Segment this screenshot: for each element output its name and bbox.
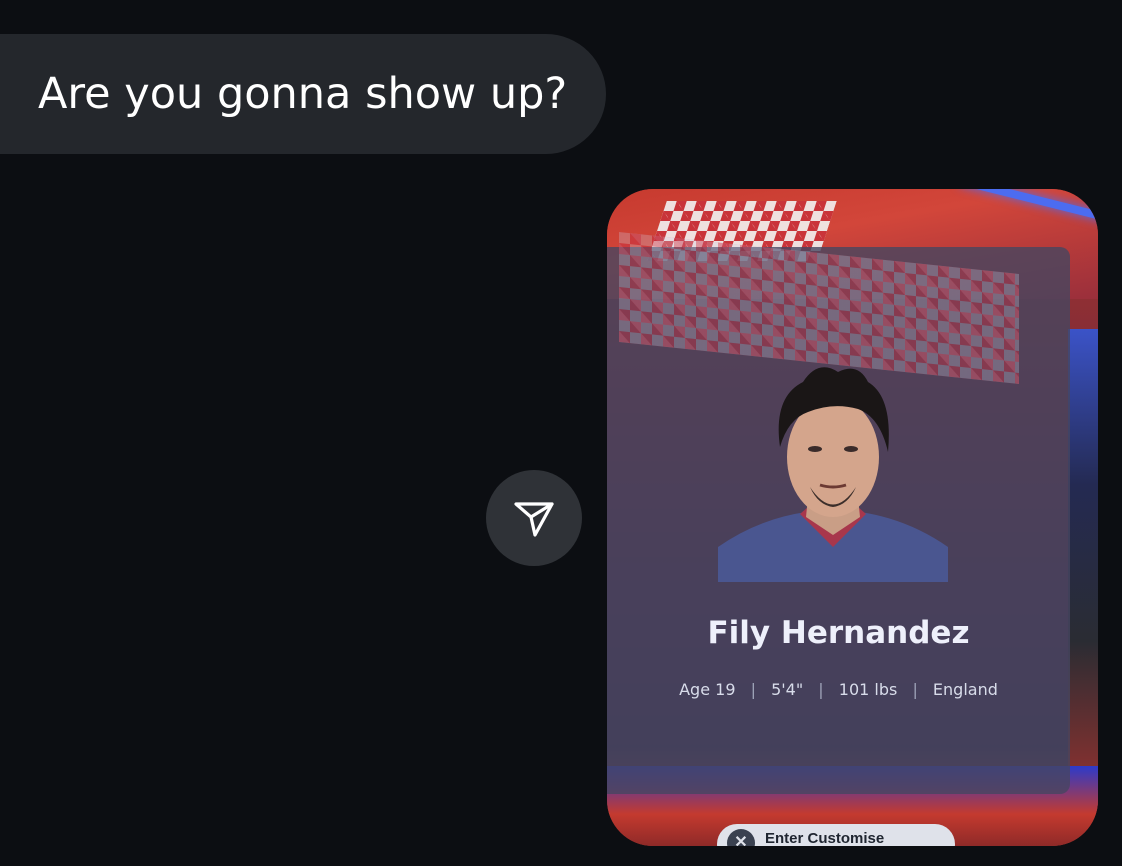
player-stats: Age 19 | 5'4" | 101 lbs | England bbox=[607, 680, 1070, 699]
send-icon bbox=[514, 502, 554, 537]
separator: | bbox=[912, 680, 918, 699]
enter-customise-label: Enter Customise bbox=[765, 830, 885, 846]
player-card: Fily Hernandez Age 19 | 5'4" | 101 lbs |… bbox=[607, 231, 1070, 794]
player-country: England bbox=[932, 680, 998, 699]
enter-customise-button: ✕ Enter Customise bbox=[717, 824, 955, 846]
message-text: Are you gonna show up? bbox=[38, 69, 568, 119]
player-name: Fily Hernandez bbox=[707, 615, 970, 651]
message-bubble[interactable]: Are you gonna show up? bbox=[0, 34, 606, 154]
player-height: 5'4" bbox=[771, 680, 804, 699]
player-weight: 101 lbs bbox=[838, 680, 898, 699]
separator: | bbox=[818, 680, 824, 699]
player-avatar-image bbox=[718, 367, 948, 582]
chat-screen: Are you gonna show up? Fily Hernandez Ag… bbox=[0, 0, 1122, 866]
share-button[interactable] bbox=[486, 470, 582, 566]
x-icon: ✕ bbox=[727, 829, 755, 846]
player-age: Age 19 bbox=[679, 680, 736, 699]
shared-photo[interactable]: Fily Hernandez Age 19 | 5'4" | 101 lbs |… bbox=[607, 189, 1098, 846]
player-portrait bbox=[718, 357, 948, 582]
separator: | bbox=[750, 680, 756, 699]
